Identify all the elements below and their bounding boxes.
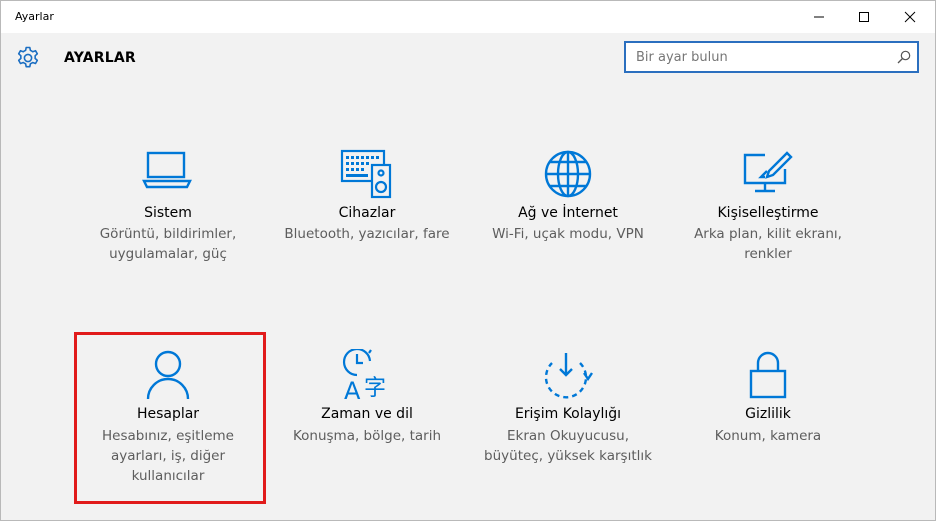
- tile-hesaplar[interactable]: Hesaplar Hesabınız, eşitleme ayarları, i…: [73, 333, 263, 503]
- close-button[interactable]: [887, 1, 933, 33]
- search-icon[interactable]: [897, 50, 911, 64]
- maximize-button[interactable]: [841, 1, 887, 33]
- tile-zaman-ve-dil[interactable]: A 字 Zaman ve dil Konuşma, bölge, tarih: [272, 333, 462, 503]
- tile-label: Gizlilik: [745, 406, 791, 422]
- globe-icon: [544, 150, 592, 198]
- ease-of-access-icon: [544, 353, 593, 399]
- tile-gizlilik[interactable]: Gizlilik Konum, kamera: [673, 333, 863, 503]
- laptop-icon: [142, 151, 192, 189]
- svg-text:A: A: [344, 377, 361, 401]
- lock-icon: [749, 351, 787, 399]
- time-language-icon: A 字: [342, 349, 386, 401]
- search-input[interactable]: [626, 43, 886, 71]
- tile-label: Kişiselleştirme: [717, 205, 819, 221]
- tile-label: Ağ ve İnternet: [518, 205, 618, 221]
- tile-kisisellestirme[interactable]: Kişiselleştirme Arka plan, kilit ekranı,…: [673, 131, 863, 301]
- tile-label: Erişim Kolaylığı: [514, 406, 622, 422]
- tile-description: Arka plan, kilit ekranı, renkler: [694, 226, 842, 262]
- svg-text:字: 字: [364, 376, 386, 401]
- devices-icon: [340, 149, 392, 199]
- tile-label: Sistem: [144, 205, 192, 221]
- tile-description: Bluetooth, yazıcılar, fare: [284, 226, 450, 242]
- page-title: AYARLAR: [64, 50, 136, 66]
- minimize-button[interactable]: [796, 1, 842, 33]
- tile-label: Zaman ve dil: [321, 406, 413, 422]
- close-icon: [904, 11, 916, 23]
- title-bar[interactable]: Ayarlar: [1, 1, 935, 33]
- tile-description: Konuşma, bölge, tarih: [292, 428, 442, 444]
- tile-cihazlar[interactable]: Cihazlar Bluetooth, yazıcılar, fare: [272, 131, 462, 301]
- person-icon: [146, 350, 190, 400]
- personalization-icon: [743, 151, 793, 193]
- settings-header: AYARLAR: [1, 33, 935, 83]
- window-title: Ayarlar: [15, 10, 54, 23]
- minimize-icon: [814, 16, 824, 18]
- settings-window: Ayarlar AYARLAR Bir ayar bulun Sistem Gö…: [0, 0, 936, 521]
- tile-description: Wi-Fi, uçak modu, VPN: [492, 226, 644, 242]
- tile-description: Konum, kamera: [714, 428, 822, 444]
- tile-label: Cihazlar: [338, 205, 396, 221]
- tile-label: Hesaplar: [136, 406, 200, 422]
- maximize-icon: [859, 12, 869, 22]
- tile-description: Ekran Okuyucusu, büyüteç, yüksek karşıtl…: [484, 428, 652, 464]
- tile-ag-ve-internet[interactable]: Ağ ve İnternet Wi-Fi, uçak modu, VPN: [473, 131, 663, 301]
- tile-description: Hesabınız, eşitleme ayarları, iş, diğer …: [102, 428, 234, 484]
- tile-description: Görüntü, bildirimler, uygulamalar, güç: [99, 226, 237, 262]
- search-box[interactable]: [624, 41, 919, 73]
- tile-erisim-kolayligi[interactable]: Erişim Kolaylığı Ekran Okuyucusu, büyüte…: [473, 333, 663, 503]
- tile-sistem[interactable]: Sistem Görüntü, bildirimler, uygulamalar…: [73, 131, 263, 301]
- gear-icon: [17, 46, 39, 68]
